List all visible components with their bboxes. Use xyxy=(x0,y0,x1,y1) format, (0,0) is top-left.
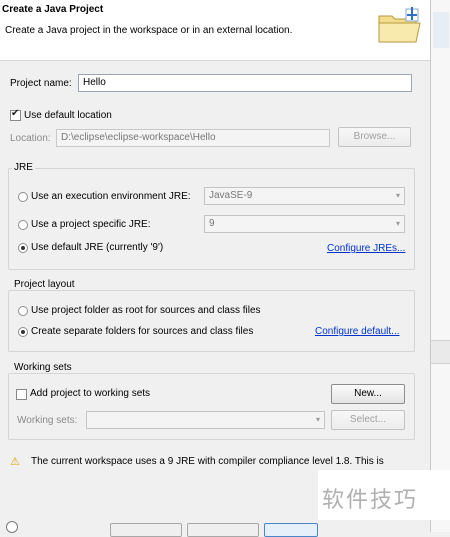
background-panel-mid xyxy=(431,340,450,364)
chevron-down-icon: ▾ xyxy=(395,191,400,200)
project-name-input[interactable]: Hello xyxy=(78,74,412,92)
new-java-project-folder-icon xyxy=(378,7,421,43)
exec-env-jre-select[interactable]: JavaSE-9 ▾ xyxy=(204,187,405,205)
working-sets-label: Working sets: xyxy=(17,415,78,426)
working-sets-select[interactable]: ▾ xyxy=(86,411,325,429)
specific-jre-value: 9 xyxy=(209,218,215,229)
separate-folders-radio[interactable] xyxy=(18,327,28,337)
jre-compliance-warning: The current workspace uses a 9 JRE with … xyxy=(31,456,384,467)
project-name-label: Project name: xyxy=(10,78,72,89)
use-default-location-checkbox[interactable] xyxy=(10,108,21,121)
specific-jre-radio[interactable] xyxy=(18,220,28,230)
default-jre-radio[interactable] xyxy=(18,243,28,253)
browse-button[interactable]: Browse... xyxy=(338,127,411,147)
back-button[interactable] xyxy=(110,523,182,537)
finish-button[interactable] xyxy=(264,523,318,537)
project-root-label: Use project folder as root for sources a… xyxy=(31,305,261,316)
new-working-set-button[interactable]: New... xyxy=(331,384,405,404)
use-default-location-label: Use default location xyxy=(24,110,112,121)
project-layout-group xyxy=(8,290,415,352)
next-button[interactable] xyxy=(187,523,259,537)
add-to-working-sets-checkbox[interactable] xyxy=(16,389,27,400)
specific-jre-select[interactable]: 9 ▾ xyxy=(204,215,405,233)
help-icon[interactable] xyxy=(6,521,18,533)
warning-icon: ⚠ xyxy=(10,456,20,468)
background-window-edge xyxy=(430,0,450,532)
location-label: Location: xyxy=(10,133,51,144)
add-to-working-sets-label: Add project to working sets xyxy=(30,388,151,399)
separate-folders-label: Create separate folders for sources and … xyxy=(31,326,254,337)
jre-group-label: JRE xyxy=(12,162,35,173)
configure-jres-link[interactable]: Configure JREs... xyxy=(327,243,405,254)
project-layout-group-label: Project layout xyxy=(12,279,77,290)
wizard-title: Create a Java Project xyxy=(2,4,104,15)
exec-env-jre-label: Use an execution environment JRE: xyxy=(31,191,191,202)
select-working-sets-button[interactable]: Select... xyxy=(331,410,405,430)
chevron-down-icon: ▾ xyxy=(395,219,400,228)
watermark-text: 软件技巧 xyxy=(322,488,419,513)
configure-default-link[interactable]: Configure default... xyxy=(315,326,400,337)
location-input[interactable]: D:\eclipse\eclipse-workspace\Hello xyxy=(56,129,330,147)
background-panel-top xyxy=(433,12,449,48)
specific-jre-label: Use a project specific JRE: xyxy=(31,219,151,230)
exec-env-jre-radio[interactable] xyxy=(18,192,28,202)
wizard-subtitle: Create a Java project in the workspace o… xyxy=(5,25,293,36)
default-jre-label: Use default JRE (currently '9') xyxy=(31,242,164,253)
exec-env-jre-value: JavaSE-9 xyxy=(209,190,253,201)
watermark: 软件技巧 xyxy=(318,470,450,520)
chevron-down-icon: ▾ xyxy=(315,415,320,424)
wizard-header: Create a Java Project Create a Java proj… xyxy=(0,0,430,61)
working-sets-group-label: Working sets xyxy=(12,362,74,373)
project-root-radio[interactable] xyxy=(18,306,28,316)
